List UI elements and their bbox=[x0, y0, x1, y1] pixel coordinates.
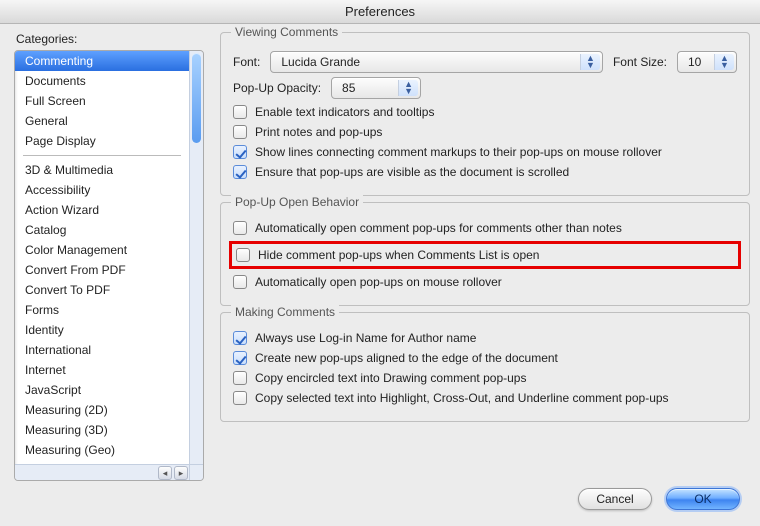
checkbox-show-lines[interactable]: Show lines connecting comment markups to… bbox=[233, 145, 737, 159]
checkbox-text-indicators[interactable]: Enable text indicators and tooltips bbox=[233, 105, 737, 119]
viewing-comments-group: Viewing Comments Font: Lucida Grande ▲▼ … bbox=[220, 32, 750, 196]
sidebar-item[interactable]: International bbox=[15, 340, 189, 360]
window-title: Preferences bbox=[0, 0, 760, 24]
sidebar-item[interactable]: General bbox=[15, 111, 189, 131]
checkbox-login-name[interactable]: Always use Log-in Name for Author name bbox=[233, 331, 737, 345]
checkbox-label: Create new pop-ups aligned to the edge o… bbox=[255, 351, 558, 365]
checkbox-label: Show lines connecting comment markups to… bbox=[255, 145, 662, 159]
sidebar-item[interactable]: 3D & Multimedia bbox=[15, 160, 189, 180]
sidebar-item[interactable]: Forms bbox=[15, 300, 189, 320]
categories-list[interactable]: CommentingDocumentsFull ScreenGeneralPag… bbox=[15, 51, 203, 480]
checkbox-label: Always use Log-in Name for Author name bbox=[255, 331, 476, 345]
checkbox-icon bbox=[233, 351, 247, 365]
checkbox-auto-open-other[interactable]: Automatically open comment pop-ups for c… bbox=[233, 221, 737, 235]
font-size-value: 10 bbox=[688, 55, 701, 69]
checkbox-label: Automatically open comment pop-ups for c… bbox=[255, 221, 622, 235]
sidebar-item[interactable]: Color Management bbox=[15, 240, 189, 260]
checkbox-align-edge[interactable]: Create new pop-ups aligned to the edge o… bbox=[233, 351, 737, 365]
sidebar-item[interactable]: Documents bbox=[15, 71, 189, 91]
sidebar-item[interactable]: Page Display bbox=[15, 131, 189, 151]
checkbox-label: Automatically open pop-ups on mouse roll… bbox=[255, 275, 502, 289]
scroll-left-button[interactable]: ◂ bbox=[158, 466, 172, 480]
opacity-select[interactable]: 85 ▲▼ bbox=[331, 77, 421, 99]
opacity-label: Pop-Up Opacity: bbox=[233, 81, 321, 95]
sidebar-item[interactable]: Commenting bbox=[15, 51, 189, 71]
categories-listbox: CommentingDocumentsFull ScreenGeneralPag… bbox=[14, 50, 204, 481]
checkbox-label: Copy selected text into Highlight, Cross… bbox=[255, 391, 669, 405]
font-select-value: Lucida Grande bbox=[281, 55, 360, 69]
checkbox-label: Hide comment pop-ups when Comments List … bbox=[258, 248, 539, 262]
scroll-corner bbox=[189, 464, 203, 480]
categories-label: Categories: bbox=[16, 32, 204, 46]
checkbox-icon bbox=[233, 165, 247, 179]
scroll-thumb[interactable] bbox=[192, 53, 201, 143]
updown-icon: ▲▼ bbox=[580, 54, 600, 70]
sidebar-item[interactable]: Identity bbox=[15, 320, 189, 340]
highlighted-option: Hide comment pop-ups when Comments List … bbox=[229, 241, 741, 269]
sidebar-item[interactable]: Action Wizard bbox=[15, 200, 189, 220]
sidebar-item[interactable]: Internet bbox=[15, 360, 189, 380]
checkbox-icon bbox=[233, 391, 247, 405]
scroll-right-button[interactable]: ▸ bbox=[174, 466, 188, 480]
horizontal-scrollbar[interactable]: ◂ ▸ bbox=[15, 464, 189, 480]
checkbox-hide-when-list-open[interactable]: Hide comment pop-ups when Comments List … bbox=[236, 248, 734, 262]
ok-button[interactable]: OK bbox=[666, 488, 740, 510]
vertical-scrollbar[interactable] bbox=[189, 51, 203, 464]
sidebar-item[interactable]: Convert To PDF bbox=[15, 280, 189, 300]
dialog-footer: Cancel OK bbox=[0, 481, 760, 526]
sidebar-item[interactable]: Measuring (3D) bbox=[15, 420, 189, 440]
updown-icon: ▲▼ bbox=[714, 54, 734, 70]
categories-column: Categories: CommentingDocumentsFull Scre… bbox=[14, 32, 204, 481]
preferences-window: Preferences Categories: CommentingDocume… bbox=[0, 0, 760, 526]
checkbox-copy-selected[interactable]: Copy selected text into Highlight, Cross… bbox=[233, 391, 737, 405]
viewing-comments-title: Viewing Comments bbox=[231, 25, 342, 39]
checkbox-copy-encircled[interactable]: Copy encircled text into Drawing comment… bbox=[233, 371, 737, 385]
opacity-value: 85 bbox=[342, 81, 355, 95]
checkbox-auto-open-rollover[interactable]: Automatically open pop-ups on mouse roll… bbox=[233, 275, 737, 289]
making-comments-title: Making Comments bbox=[231, 305, 339, 319]
checkbox-label: Enable text indicators and tooltips bbox=[255, 105, 434, 119]
making-comments-group: Making Comments Always use Log-in Name f… bbox=[220, 312, 750, 422]
popup-behavior-title: Pop-Up Open Behavior bbox=[231, 195, 363, 209]
checkbox-ensure-visible[interactable]: Ensure that pop-ups are visible as the d… bbox=[233, 165, 737, 179]
checkbox-icon bbox=[233, 371, 247, 385]
font-size-select[interactable]: 10 ▲▼ bbox=[677, 51, 737, 73]
checkbox-label: Print notes and pop-ups bbox=[255, 125, 382, 139]
font-size-label: Font Size: bbox=[613, 55, 667, 69]
checkbox-label: Ensure that pop-ups are visible as the d… bbox=[255, 165, 569, 179]
settings-content: Viewing Comments Font: Lucida Grande ▲▼ … bbox=[204, 32, 750, 481]
checkbox-icon bbox=[233, 221, 247, 235]
sidebar-item[interactable]: Accessibility bbox=[15, 180, 189, 200]
checkbox-icon bbox=[233, 145, 247, 159]
sidebar-item[interactable]: Measuring (2D) bbox=[15, 400, 189, 420]
list-separator bbox=[23, 155, 181, 156]
checkbox-icon bbox=[236, 248, 250, 262]
sidebar-item[interactable]: Full Screen bbox=[15, 91, 189, 111]
sidebar-item[interactable]: JavaScript bbox=[15, 380, 189, 400]
popup-behavior-group: Pop-Up Open Behavior Automatically open … bbox=[220, 202, 750, 306]
font-label: Font: bbox=[233, 55, 260, 69]
sidebar-item[interactable]: Catalog bbox=[15, 220, 189, 240]
sidebar-item[interactable]: Convert From PDF bbox=[15, 260, 189, 280]
window-body: Categories: CommentingDocumentsFull Scre… bbox=[0, 24, 760, 481]
updown-icon: ▲▼ bbox=[398, 80, 418, 96]
sidebar-item[interactable]: Measuring (Geo) bbox=[15, 440, 189, 460]
checkbox-label: Copy encircled text into Drawing comment… bbox=[255, 371, 526, 385]
checkbox-icon bbox=[233, 275, 247, 289]
cancel-button[interactable]: Cancel bbox=[578, 488, 652, 510]
checkbox-print-notes[interactable]: Print notes and pop-ups bbox=[233, 125, 737, 139]
checkbox-icon bbox=[233, 105, 247, 119]
checkbox-icon bbox=[233, 125, 247, 139]
font-select[interactable]: Lucida Grande ▲▼ bbox=[270, 51, 603, 73]
checkbox-icon bbox=[233, 331, 247, 345]
